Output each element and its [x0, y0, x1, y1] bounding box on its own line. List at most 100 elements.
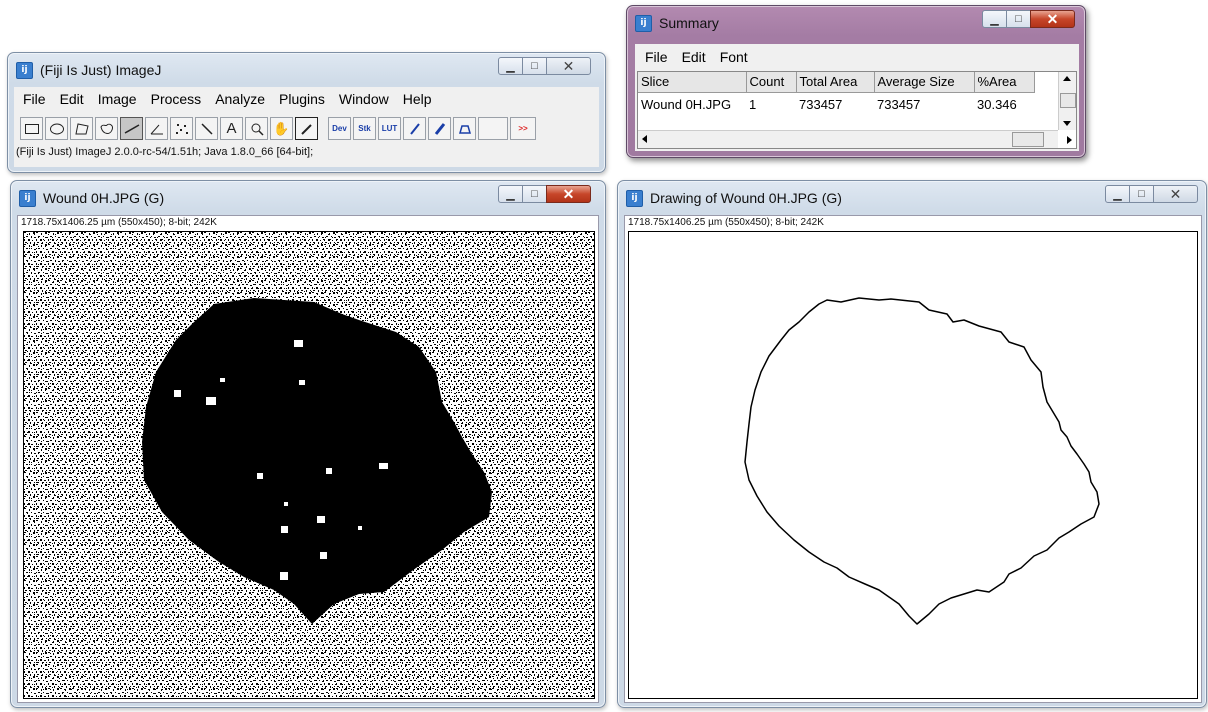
maximize-button[interactable]: □ — [1006, 10, 1031, 28]
lut-label: LUT — [381, 124, 398, 133]
minimize-button[interactable]: ▁ — [498, 185, 523, 203]
menu-window[interactable]: Window — [332, 91, 396, 107]
scroll-down-icon[interactable] — [1063, 121, 1071, 126]
table-row[interactable]: Wound 0H.JPG 1 733457 733457 30.346 — [638, 92, 1034, 117]
menu-process[interactable]: Process — [144, 91, 209, 107]
menu-analyze[interactable]: Analyze — [208, 91, 272, 107]
freehand-tool[interactable] — [95, 117, 118, 140]
status-bar: (Fiji Is Just) ImageJ 2.0.0-rc-54/1.51h;… — [16, 146, 314, 158]
maximize-icon: □ — [1138, 188, 1145, 200]
cell: 733457 — [877, 97, 921, 112]
drawing-titlebar[interactable]: ij Drawing of Wound 0H.JPG (G) ▁ □ ✕ — [626, 185, 1198, 209]
close-button[interactable]: ✕ — [546, 185, 591, 203]
maximize-button[interactable]: □ — [522, 57, 547, 75]
minimize-button[interactable]: ▁ — [982, 10, 1007, 28]
imagej-titlebar[interactable]: ij (Fiji Is Just) ImageJ ▁ □ ✕ — [16, 57, 597, 81]
col-total-area[interactable]: Total Area — [796, 72, 875, 93]
cell: 30.346 — [977, 97, 1017, 112]
imagej-client: File Edit Image Process Analyze Plugins … — [14, 87, 599, 167]
rectangle-tool[interactable] — [20, 117, 43, 140]
pencil-tool[interactable] — [403, 117, 426, 140]
menu-file[interactable]: File — [638, 49, 675, 65]
menu-font[interactable]: Font — [713, 49, 755, 65]
close-button[interactable]: ✕ — [546, 57, 591, 75]
scroll-thumb[interactable] — [1060, 93, 1076, 108]
freehand-icon — [99, 123, 113, 134]
close-icon: ✕ — [1169, 185, 1182, 202]
wand-tool[interactable] — [195, 117, 218, 140]
results-table: Slice Count Total Area Average Size %Are… — [638, 72, 1035, 117]
summary-menubar: File Edit Font — [635, 44, 1079, 65]
stk-tool[interactable]: Stk — [353, 117, 376, 140]
horizontal-scrollbar[interactable] — [638, 130, 1058, 148]
imagej-menubar: File Edit Image Process Analyze Plugins … — [14, 87, 599, 107]
wound-image-canvas[interactable] — [23, 231, 595, 699]
fiji-logo-icon: ij — [16, 61, 33, 79]
angle-icon — [150, 124, 163, 134]
text-tool[interactable]: A — [220, 117, 243, 140]
wound-binary-image — [24, 232, 594, 698]
menu-plugins[interactable]: Plugins — [272, 91, 332, 107]
menu-edit[interactable]: Edit — [675, 49, 713, 65]
angle-tool[interactable] — [145, 117, 168, 140]
summary-titlebar[interactable]: ij Summary ▁ □ ✕ — [635, 10, 1077, 34]
rectangle-icon — [24, 123, 39, 134]
wound-image-window: ij Wound 0H.JPG (G) ▁ □ ✕ 1718.75x1406.2… — [10, 180, 606, 708]
drawing-image-canvas[interactable] — [628, 231, 1198, 699]
polygon-tool[interactable] — [70, 117, 93, 140]
dropper-tool[interactable] — [295, 117, 318, 140]
dev-tool[interactable]: Dev — [328, 117, 351, 140]
oval-icon — [49, 123, 64, 134]
stk-label: Stk — [358, 124, 371, 133]
drawing-client: 1718.75x1406.25 µm (550x450); 8-bit; 242… — [624, 215, 1202, 703]
col-slice[interactable]: Slice — [638, 72, 747, 93]
text-icon: A — [226, 120, 237, 137]
minimize-button[interactable]: ▁ — [1105, 185, 1130, 203]
pencil-icon — [409, 122, 420, 135]
menu-help[interactable]: Help — [396, 91, 439, 107]
scroll-up-icon[interactable] — [1063, 76, 1071, 81]
dev-label: Dev — [332, 124, 347, 133]
col-percent-area[interactable]: %Area — [974, 72, 1035, 93]
fiji-logo-icon: ij — [635, 14, 652, 32]
fiji-logo-icon: ij — [626, 189, 643, 207]
scroll-thumb[interactable] — [1012, 132, 1044, 147]
drawing-window: ij Drawing of Wound 0H.JPG (G) ▁ □ ✕ 171… — [617, 180, 1207, 708]
maximize-button[interactable]: □ — [522, 185, 547, 203]
minimize-button[interactable]: ▁ — [498, 57, 523, 75]
wound-titlebar[interactable]: ij Wound 0H.JPG (G) ▁ □ ✕ — [19, 185, 597, 209]
brush-icon — [434, 122, 445, 135]
image-info: 1718.75x1406.25 µm (550x450); 8-bit; 242… — [628, 217, 824, 228]
results-table-area: Slice Count Total Area Average Size %Are… — [637, 71, 1077, 149]
scroll-right-icon[interactable] — [1067, 136, 1072, 144]
scroll-left-icon[interactable] — [642, 135, 647, 143]
menu-image[interactable]: Image — [91, 91, 144, 107]
polygon-icon — [74, 122, 89, 134]
imagej-window: ij (Fiji Is Just) ImageJ ▁ □ ✕ File Edit… — [7, 52, 606, 173]
flood-fill-tool[interactable] — [453, 117, 476, 140]
minimize-icon: ▁ — [506, 60, 515, 73]
menu-file[interactable]: File — [16, 91, 53, 107]
vertical-scrollbar[interactable] — [1058, 72, 1076, 130]
window-title: (Fiji Is Just) ImageJ — [40, 62, 162, 78]
menu-edit[interactable]: Edit — [53, 91, 91, 107]
lut-tool[interactable]: LUT — [378, 117, 401, 140]
oval-tool[interactable] — [45, 117, 68, 140]
image-info: 1718.75x1406.25 µm (550x450); 8-bit; 242… — [21, 217, 217, 228]
magnifier-tool[interactable] — [245, 117, 268, 140]
toolbar: A ✋ Dev Stk LUT >> — [20, 117, 538, 140]
multipoint-tool[interactable] — [170, 117, 193, 140]
close-button[interactable]: ✕ — [1030, 10, 1075, 28]
hand-tool[interactable]: ✋ — [270, 117, 293, 140]
cell: Wound 0H.JPG — [641, 97, 732, 112]
fiji-logo-icon: ij — [19, 189, 36, 207]
empty-slot — [478, 117, 508, 140]
more-tools-button[interactable]: >> — [510, 117, 536, 140]
summary-window: ij Summary ▁ □ ✕ File Edit Font Slice Co… — [626, 5, 1086, 158]
maximize-button[interactable]: □ — [1129, 185, 1154, 203]
close-button[interactable]: ✕ — [1153, 185, 1198, 203]
brush-tool[interactable] — [428, 117, 451, 140]
col-average-size[interactable]: Average Size — [874, 72, 975, 93]
col-count[interactable]: Count — [746, 72, 797, 93]
line-tool[interactable] — [120, 117, 143, 140]
